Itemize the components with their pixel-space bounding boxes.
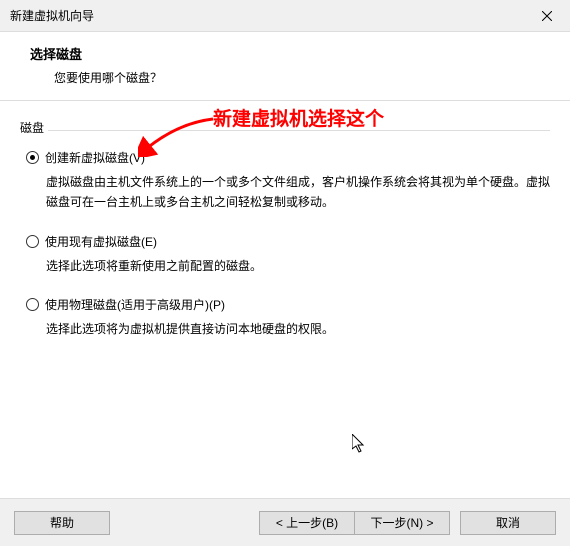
close-icon	[542, 11, 552, 21]
option-use-existing-disk: 使用现有虚拟磁盘(E) 选择此选项将重新使用之前配置的磁盘。	[26, 233, 550, 276]
fieldset-divider	[48, 130, 550, 131]
wizard-footer: 帮助 < 上一步(B) 下一步(N) > 取消	[0, 498, 570, 546]
titlebar: 新建虚拟机向导	[0, 0, 570, 32]
option-label[interactable]: 创建新虚拟磁盘(V)	[45, 149, 145, 166]
option-label[interactable]: 使用现有虚拟磁盘(E)	[45, 233, 157, 250]
radio-use-existing-disk[interactable]	[26, 235, 39, 248]
option-description: 选择此选项将重新使用之前配置的磁盘。	[26, 256, 550, 276]
back-button[interactable]: < 上一步(B)	[259, 511, 355, 535]
window-title: 新建虚拟机向导	[10, 7, 94, 24]
option-use-physical-disk: 使用物理磁盘(适用于高级用户)(P) 选择此选项将为虚拟机提供直接访问本地硬盘的…	[26, 296, 550, 339]
option-description: 虚拟磁盘由主机文件系统上的一个或多个文件组成，客户机操作系统会将其视为单个硬盘。…	[26, 172, 550, 213]
radio-create-new-disk[interactable]	[26, 151, 39, 164]
cancel-button[interactable]: 取消	[460, 511, 556, 535]
page-title: 选择磁盘	[30, 44, 550, 63]
next-button[interactable]: 下一步(N) >	[354, 511, 450, 535]
option-label[interactable]: 使用物理磁盘(适用于高级用户)(P)	[45, 296, 225, 313]
option-create-new-disk: 创建新虚拟磁盘(V) 虚拟磁盘由主机文件系统上的一个或多个文件组成，客户机操作系…	[26, 149, 550, 213]
page-subtitle: 您要使用哪个磁盘？	[30, 69, 550, 86]
wizard-header: 选择磁盘 您要使用哪个磁盘？	[0, 32, 570, 101]
option-description: 选择此选项将为虚拟机提供直接访问本地硬盘的权限。	[26, 319, 550, 339]
wizard-content: 新建虚拟机选择这个 磁盘 创建新虚拟磁盘(V) 虚拟磁盘由主机文件系统上的一个或…	[0, 101, 570, 509]
help-button[interactable]: 帮助	[14, 511, 110, 535]
fieldset-label: 磁盘	[20, 119, 550, 136]
close-button[interactable]	[524, 0, 570, 32]
radio-use-physical-disk[interactable]	[26, 298, 39, 311]
